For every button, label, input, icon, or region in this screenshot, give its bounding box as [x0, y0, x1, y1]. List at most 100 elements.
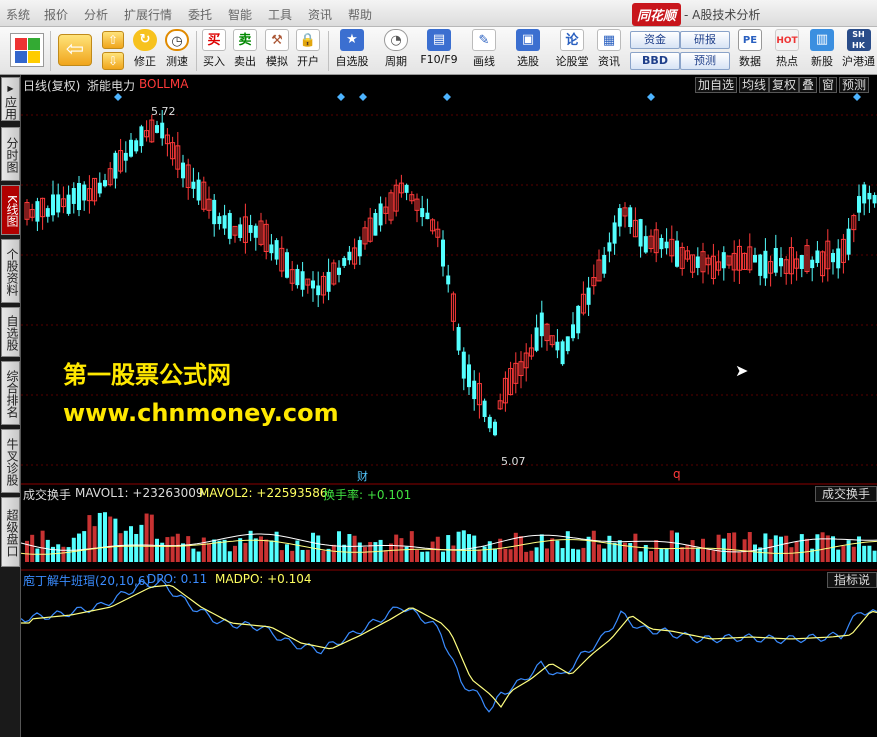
- back-arrow-icon[interactable]: ⇦: [58, 34, 92, 66]
- hot-button[interactable]: HOT 热点: [770, 29, 804, 69]
- candle-body: [831, 253, 835, 263]
- menu-smart[interactable]: 智能: [228, 6, 252, 23]
- side-tab-watchlist[interactable]: 自选股: [1, 307, 20, 357]
- menu-system[interactable]: 系统: [6, 6, 30, 23]
- candle-body: [357, 240, 362, 257]
- up-arrow-icon[interactable]: ⇧: [102, 31, 124, 49]
- app-logo-icon[interactable]: [10, 33, 44, 67]
- draw-button[interactable]: ✎ 画线: [466, 29, 502, 69]
- menu-trade[interactable]: 委托: [188, 6, 212, 23]
- volume-bar: [727, 532, 731, 562]
- stock-screen-button[interactable]: ▣ 选股: [508, 29, 548, 69]
- volume-bar: [597, 544, 601, 562]
- volume-bar: [425, 551, 430, 562]
- watchlist-button[interactable]: ★ 自选股: [332, 29, 372, 69]
- research-button[interactable]: 研报: [680, 31, 730, 49]
- volume-bar: [846, 540, 851, 562]
- side-tab-ranking[interactable]: 综合排名: [1, 361, 20, 425]
- volume-bar: [186, 536, 191, 562]
- candle-body: [664, 241, 669, 249]
- menu-bar: 系统 报价 分析 扩展行情 委托 智能 工具 资讯 帮助 同花顺 - A股技术分…: [0, 0, 877, 27]
- volume-bar: [456, 531, 461, 562]
- indicator-help-tab[interactable]: 指标说: [826, 572, 877, 588]
- menu-help[interactable]: 帮助: [348, 6, 372, 23]
- candle-body: [420, 208, 425, 218]
- volume-bar: [472, 535, 477, 562]
- side-tab-apps[interactable]: ▶ 应用: [1, 77, 20, 121]
- open-account-button[interactable]: 🔒 开户: [294, 29, 322, 69]
- simulate-button[interactable]: ⚒ 模拟: [263, 29, 291, 69]
- menu-ext-market[interactable]: 扩展行情: [124, 6, 172, 23]
- forecast-button[interactable]: 预测: [680, 52, 730, 70]
- volume-bar: [602, 548, 607, 562]
- new-stock-button[interactable]: ▥ 新股: [806, 29, 838, 69]
- f10-button[interactable]: ▤ F10/F9: [418, 29, 460, 66]
- candle-body: [191, 181, 196, 189]
- candle-body: [378, 203, 383, 226]
- speed-test-button[interactable]: ◷ 测速: [162, 29, 192, 69]
- down-arrow-icon[interactable]: ⇩: [102, 52, 124, 70]
- side-tab-kline[interactable]: K线图: [1, 185, 20, 235]
- menu-analysis[interactable]: 分析: [84, 6, 108, 23]
- candle-body: [77, 182, 81, 211]
- watchlist-label: 自选股: [335, 55, 369, 68]
- mouse-cursor-icon: ➤: [735, 361, 749, 380]
- candle-body: [586, 287, 591, 305]
- indicator-name[interactable]: BOLLMA: [139, 77, 188, 91]
- data-button[interactable]: PE 数据: [734, 29, 766, 69]
- volume-bar: [690, 540, 695, 562]
- discuss-button[interactable]: 论 论股堂: [554, 29, 590, 69]
- sh-hk-connect-button[interactable]: SH HK 沪港通: [840, 29, 877, 69]
- menu-quote[interactable]: 报价: [44, 6, 68, 23]
- add-watchlist-button[interactable]: 加自选: [695, 77, 738, 93]
- predict-button[interactable]: 预测: [839, 77, 870, 93]
- volume-bar: [872, 550, 877, 562]
- fix-button[interactable]: ↻ 修正: [130, 29, 160, 69]
- news-button[interactable]: ▦ 资讯: [594, 29, 624, 69]
- side-tab-intraday[interactable]: 分时图: [1, 127, 20, 181]
- volume-bar: [773, 535, 778, 562]
- volume-bar: [607, 535, 612, 562]
- candle-body: [97, 182, 102, 194]
- volume-bar: [404, 546, 409, 562]
- volume-panel-tab[interactable]: 成交换手: [814, 486, 877, 502]
- capital-button[interactable]: 资金: [630, 31, 680, 49]
- menu-tools[interactable]: 工具: [268, 6, 292, 23]
- volume-bar: [534, 547, 539, 562]
- ma-button[interactable]: 均线: [739, 77, 770, 93]
- window-button[interactable]: 窗: [819, 77, 838, 93]
- side-tab-diagnosis[interactable]: 牛叉诊股: [1, 429, 20, 493]
- volume-bar: [196, 551, 201, 562]
- volume-bar: [420, 551, 425, 562]
- buy-label: 买入: [203, 55, 225, 68]
- adjust-button[interactable]: 复权: [769, 77, 800, 93]
- menu-news[interactable]: 资讯: [308, 6, 332, 23]
- volume-bar: [352, 535, 357, 562]
- candle-body: [295, 268, 300, 286]
- candle-body: [576, 305, 581, 334]
- volume-bar: [66, 547, 71, 562]
- overlay-button[interactable]: 叠: [799, 77, 818, 93]
- q-marker[interactable]: q: [673, 467, 681, 481]
- bbd-button[interactable]: BBD: [630, 52, 680, 70]
- volume-bar: [784, 535, 789, 562]
- period-button[interactable]: ◔ 周期: [378, 29, 414, 69]
- shhk-icon: SH HK: [846, 29, 871, 51]
- side-tab-profile[interactable]: 个股资料: [1, 239, 20, 303]
- chart-area[interactable]: 日线(复权) 浙能电力 BOLLMA 加自选 均线 复权 叠 窗 预测 5.72…: [21, 75, 877, 737]
- volume-bar: [451, 545, 456, 562]
- buy-button[interactable]: 买 买入: [200, 29, 228, 69]
- period-label: 周期: [385, 55, 407, 68]
- news-icon: ▦: [597, 29, 621, 51]
- candle-body: [326, 271, 331, 292]
- volume-bar: [108, 516, 113, 562]
- side-tab-order-book[interactable]: 超级盘口: [1, 497, 20, 567]
- volume-bar: [30, 534, 35, 562]
- sell-button[interactable]: 卖 卖出: [231, 29, 259, 69]
- volume-bar: [545, 548, 549, 562]
- volume-bar: [768, 539, 773, 562]
- volume-bar: [144, 513, 149, 562]
- finance-marker[interactable]: 财: [357, 468, 368, 484]
- volume-header: 成交换手 MAVOL1: +23263009 MAVOL2: +22593586…: [21, 485, 877, 502]
- candle-body: [472, 380, 477, 400]
